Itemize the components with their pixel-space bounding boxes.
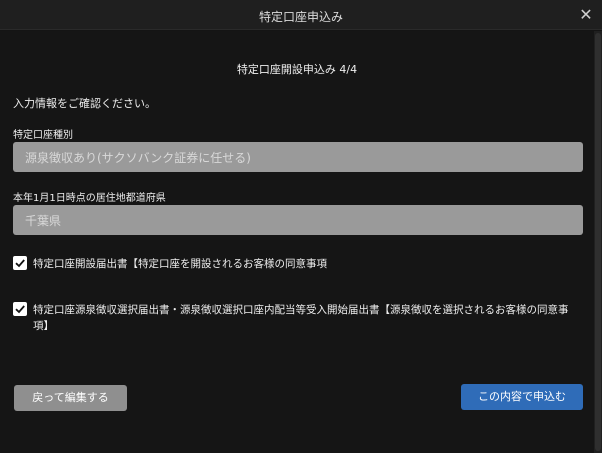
scrollbar[interactable] xyxy=(594,31,602,453)
scrollbar-thumb[interactable] xyxy=(595,33,601,451)
checkmark-icon xyxy=(15,259,25,268)
form-area: 特定口座開設申込み 4/4 入力情報をご確認ください。 特定口座種別 源泉徴収あ… xyxy=(0,31,594,453)
prefecture-label: 本年1月1日時点の居住地都道府県 xyxy=(13,193,166,204)
account-type-label: 特定口座種別 xyxy=(13,130,73,141)
step-title: 特定口座開設申込み 4/4 xyxy=(236,63,358,76)
checkmark-icon xyxy=(15,305,25,314)
consent-checkbox-2[interactable] xyxy=(13,302,27,316)
consent-label-2: 特定口座源泉徴収選択届出書・源泉徴収選択口座内配当等受入開始届出書【源泉徴収を選… xyxy=(33,304,569,332)
prefecture-field[interactable]: 千葉県 xyxy=(13,205,583,235)
consent-label-1: 特定口座開設届出書【特定口座を開設されるお客様の同意事項 xyxy=(33,258,327,270)
intro-text: 入力情報をご確認ください。 xyxy=(13,97,156,110)
window-titlebar: 特定口座申込み ✕ xyxy=(0,0,602,30)
dialog-content: 特定口座開設申込み 4/4 入力情報をご確認ください。 特定口座種別 源泉徴収あ… xyxy=(0,31,602,453)
submit-button[interactable]: この内容で申込む xyxy=(461,384,583,410)
back-edit-button[interactable]: 戻って編集する xyxy=(14,385,127,411)
window-title: 特定口座申込み xyxy=(258,10,343,24)
account-type-field[interactable]: 源泉徴収あり(サクソバンク証券に任せる) xyxy=(13,142,583,172)
consent-checkbox-1[interactable] xyxy=(13,256,27,270)
close-icon[interactable]: ✕ xyxy=(576,5,596,25)
